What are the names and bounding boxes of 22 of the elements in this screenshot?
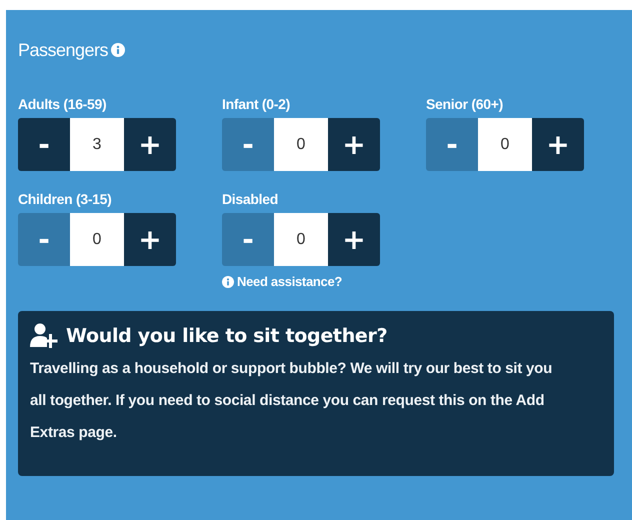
count-field[interactable]: 3 (70, 118, 124, 171)
counter-label: Infant (0-2) (222, 96, 291, 112)
increase-button[interactable]: + (124, 213, 176, 266)
info-icon (222, 276, 234, 288)
notice-text: Travelling as a household or support bubble? We will try our best to sit you all together. If you need to social distance you can request this on the Add Extras page. (30, 359, 554, 443)
counter-label: Adults (16-59) (18, 96, 108, 112)
counter-label: Senior (60+) (426, 96, 504, 112)
increase-button[interactable]: + (532, 118, 584, 171)
increase-button[interactable]: + (328, 213, 380, 266)
add-user-icon (30, 323, 60, 349)
decrease-button[interactable]: - (18, 118, 70, 171)
counter-label: Disabled (222, 191, 279, 207)
count-field[interactable]: 0 (274, 118, 328, 171)
increase-button[interactable]: + (328, 118, 380, 171)
count-field[interactable]: 0 (274, 213, 328, 266)
count-field[interactable]: 0 (478, 118, 532, 171)
info-icon[interactable] (111, 43, 126, 57)
count-field[interactable]: 0 (70, 213, 124, 266)
counter-label: Children (3-15) (18, 191, 113, 207)
increase-button[interactable]: + (124, 118, 176, 171)
section-title: Passengers (18, 40, 108, 60)
notice-title: Would you like to sit together? (66, 325, 388, 347)
